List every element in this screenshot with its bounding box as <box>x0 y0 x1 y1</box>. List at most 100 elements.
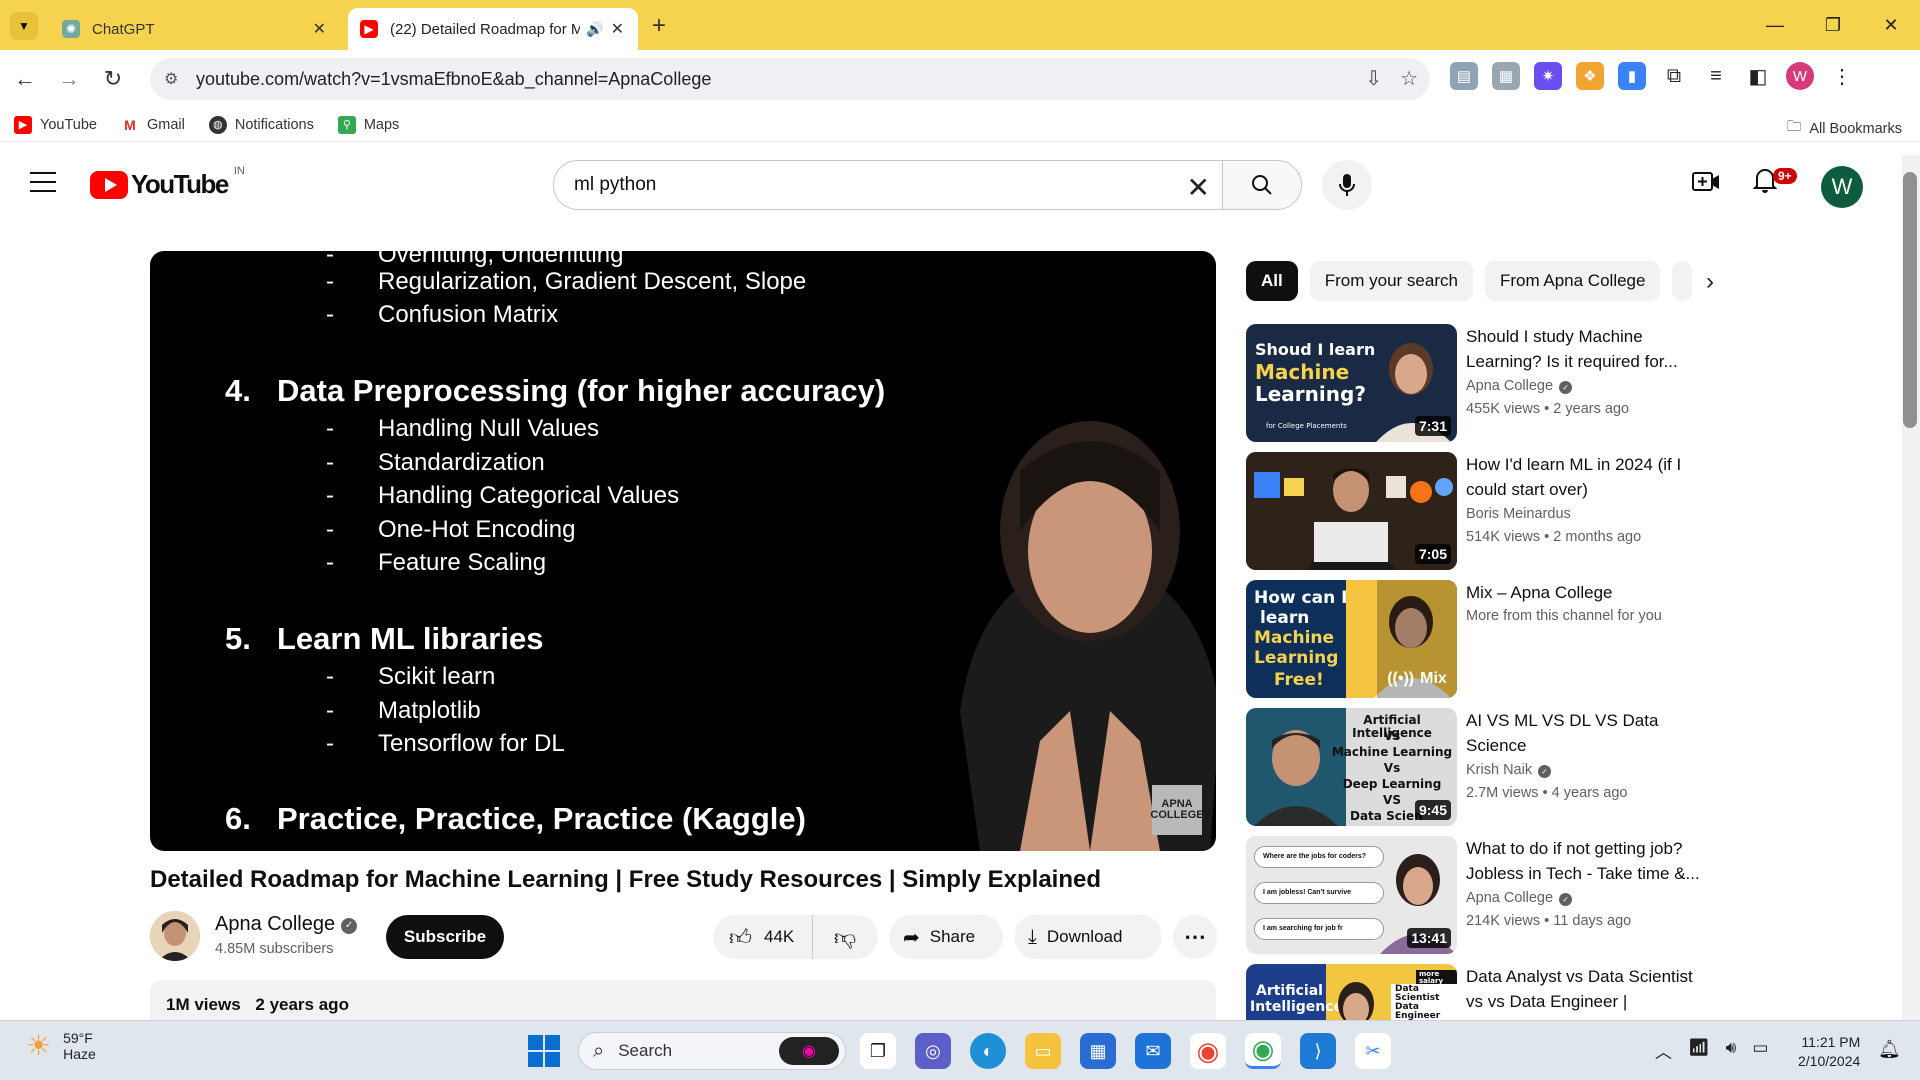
bookmark-gmail[interactable]: M Gmail <box>120 115 185 134</box>
search-input[interactable]: ml python ✕ <box>553 160 1223 210</box>
bookmark-star-icon[interactable]: ☆ <box>1400 66 1418 91</box>
taskbar-search[interactable]: ⌕ Search ◉ <box>578 1032 846 1070</box>
share-button[interactable]: ➦ Share <box>889 915 1003 959</box>
bookmark-notifications[interactable]: ◍ Notifications <box>208 115 314 134</box>
download-button[interactable]: ⤓ Download <box>1014 915 1162 959</box>
puzzle-extensions-icon[interactable]: ⧉ <box>1660 62 1688 90</box>
restore-icon[interactable]: ❐ <box>1804 0 1862 50</box>
video-thumbnail: Artificial Intelligence more salary Data… <box>1246 964 1457 1020</box>
country-code: IN <box>233 164 245 177</box>
channel-avatar[interactable] <box>150 911 200 961</box>
slide-text: - Scikit learn <box>326 663 496 690</box>
extension-icon[interactable]: ▤ <box>1450 62 1478 90</box>
search-button[interactable] <box>1222 160 1302 210</box>
chip-from-apna-college[interactable]: From Apna College <box>1484 261 1661 301</box>
recommendation-item[interactable]: Where are the jobs for coders? I am jobl… <box>1246 836 1716 956</box>
chevron-up-icon[interactable]: ︿ <box>1655 1038 1672 1063</box>
bookmark-label: Gmail <box>146 116 185 133</box>
menu-dots-icon[interactable]: ⋮ <box>1828 62 1856 90</box>
more-actions-icon[interactable]: ⋯ <box>1173 915 1217 959</box>
tab-search-icon[interactable]: ▼ <box>10 12 38 40</box>
bookmark-maps[interactable]: ⚲ Maps <box>337 115 399 134</box>
recommendation-item[interactable]: Artificial Intelligence Vs Machine Learn… <box>1246 708 1716 828</box>
site-info-icon[interactable]: ⚙ <box>164 69 178 89</box>
chip-partial[interactable] <box>1672 261 1693 301</box>
recommendation-item[interactable]: Shoud I learn Machine Learning? for Coll… <box>1246 324 1716 444</box>
video-title: Detailed Roadmap for Machine Learning | … <box>150 866 1101 893</box>
clock[interactable]: 11:21 PM 2/10/2024 <box>1798 1033 1860 1071</box>
channel-name[interactable]: Apna College ✓ <box>215 913 358 936</box>
youtube-icon: ▶ <box>14 115 32 134</box>
verified-badge-icon: ✓ <box>1538 765 1552 778</box>
chevron-right-icon[interactable]: › <box>1706 268 1714 296</box>
voice-search-button[interactable] <box>1322 160 1372 210</box>
menu-icon[interactable] <box>30 172 56 192</box>
reload-icon[interactable]: ↻ <box>94 60 132 98</box>
duration-badge: 7:05 <box>1414 544 1451 564</box>
search-icon: ⌕ <box>593 1039 605 1062</box>
chrome-profile-icon[interactable]: ◉ <box>1245 1033 1281 1069</box>
wifi-icon[interactable]: 📶︎ <box>1688 1038 1710 1063</box>
windows-start-icon[interactable] <box>528 1035 560 1067</box>
vscode-icon[interactable]: ⟩ <box>1300 1033 1336 1069</box>
bookmarks-bar: ▶ YouTube M Gmail ◍ Notifications ⚲ Maps 🗀 Al… <box>0 108 1920 142</box>
battery-icon[interactable]: ▭ <box>1752 1038 1768 1063</box>
snipping-tool-icon[interactable]: ✂ <box>1355 1033 1391 1069</box>
verified-badge-icon: ✓ <box>1559 893 1573 906</box>
forward-icon[interactable]: → <box>50 60 88 98</box>
weather-widget[interactable]: ☀ 59°F Haze <box>26 1029 96 1062</box>
close-tab-icon[interactable]: ✕ <box>611 19 624 39</box>
recommendation-item[interactable]: How can I learn Machine Learning Free! (… <box>1246 580 1716 700</box>
taskbar-apps: ❐ ◎ ◐ ▭ ▦ ✉ ◉ ◉ ⟩ ✂ <box>860 1033 1391 1069</box>
scrollbar-thumb[interactable] <box>1903 172 1917 428</box>
recommendation-item[interactable]: Artificial Intelligence more salary Data… <box>1246 964 1716 1020</box>
slide-text: - Regularization, Gradient Descent, Slope <box>326 268 807 295</box>
video-thumbnail: Where are the jobs for coders? I am jobl… <box>1246 836 1457 954</box>
extension-icon[interactable]: ▦ <box>1492 62 1520 90</box>
new-tab-icon[interactable]: + <box>652 12 666 40</box>
minimize-icon[interactable]: — <box>1746 0 1804 50</box>
youtube-logo[interactable]: YouTube IN <box>90 165 245 200</box>
close-window-icon[interactable]: ✕ <box>1862 0 1920 50</box>
extension-icon[interactable]: ▮ <box>1618 62 1646 90</box>
volume-icon[interactable]: 🔊︎ <box>1726 1038 1737 1063</box>
like-button[interactable]: 👍︎ 44K <box>713 915 813 959</box>
tab-youtube-video[interactable]: ▶ (22) Detailed Roadmap for Ma 🔊 ✕ <box>348 8 638 50</box>
notification-center-icon[interactable]: 🔔︎ <box>1878 1039 1901 1060</box>
microsoft-store-icon[interactable]: ▦ <box>1080 1033 1116 1069</box>
copilot-icon[interactable]: ◉ <box>779 1037 839 1065</box>
youtube-favicon-icon: ▶ <box>360 20 378 38</box>
extension-icon[interactable]: ✷ <box>1534 62 1562 90</box>
all-bookmarks[interactable]: 🗀 All Bookmarks <box>1787 116 1902 141</box>
extension-icon[interactable]: ❖ <box>1576 62 1604 90</box>
channel-watermark-logo: APNA COLLEGE <box>1150 785 1204 835</box>
back-icon[interactable]: ← <box>6 60 44 98</box>
tab-chatgpt[interactable]: ✺ ChatGPT ✕ <box>50 8 340 50</box>
slide-heading: 5. Learn ML libraries <box>225 621 544 656</box>
clear-search-icon[interactable]: ✕ <box>1187 171 1210 204</box>
chip-from-your-search[interactable]: From your search <box>1309 261 1473 301</box>
edge-icon[interactable]: ◐ <box>970 1033 1006 1069</box>
bookmark-youtube[interactable]: ▶ YouTube <box>14 115 97 134</box>
close-tab-icon[interactable]: ✕ <box>313 19 326 39</box>
subscribe-button[interactable]: Subscribe <box>386 915 504 959</box>
side-panel-icon[interactable]: ◧ <box>1744 62 1772 90</box>
create-video-icon[interactable] <box>1692 170 1720 201</box>
account-avatar[interactable]: W <box>1821 166 1863 208</box>
audio-playing-icon[interactable]: 🔊 <box>586 21 603 38</box>
task-view-icon[interactable]: ❐ <box>860 1033 896 1069</box>
file-explorer-icon[interactable]: ▭ <box>1025 1033 1061 1069</box>
share-label: Share <box>929 927 976 946</box>
install-app-icon[interactable]: ⇩ <box>1365 66 1382 91</box>
media-controls-icon[interactable]: ≡ <box>1702 62 1730 90</box>
profile-avatar[interactable]: W <box>1786 62 1814 90</box>
chrome-icon[interactable]: ◉ <box>1190 1033 1226 1069</box>
dislike-button[interactable]: 👎︎ <box>813 924 877 951</box>
chip-all[interactable]: All <box>1246 261 1298 301</box>
bookmark-label: Notifications <box>234 116 314 133</box>
video-player[interactable]: - Overfitting, Underfitting - Regularizati… <box>150 251 1216 851</box>
address-bar[interactable]: ⚙ youtube.com/watch?v=1vsmaEfbnoE&ab_cha… <box>150 58 1430 100</box>
mail-icon[interactable]: ✉ <box>1135 1033 1171 1069</box>
recommendation-item[interactable]: 7:05 How I'd learn ML in 2024 (if I coul… <box>1246 452 1716 572</box>
teams-chat-icon[interactable]: ◎ <box>915 1033 951 1069</box>
